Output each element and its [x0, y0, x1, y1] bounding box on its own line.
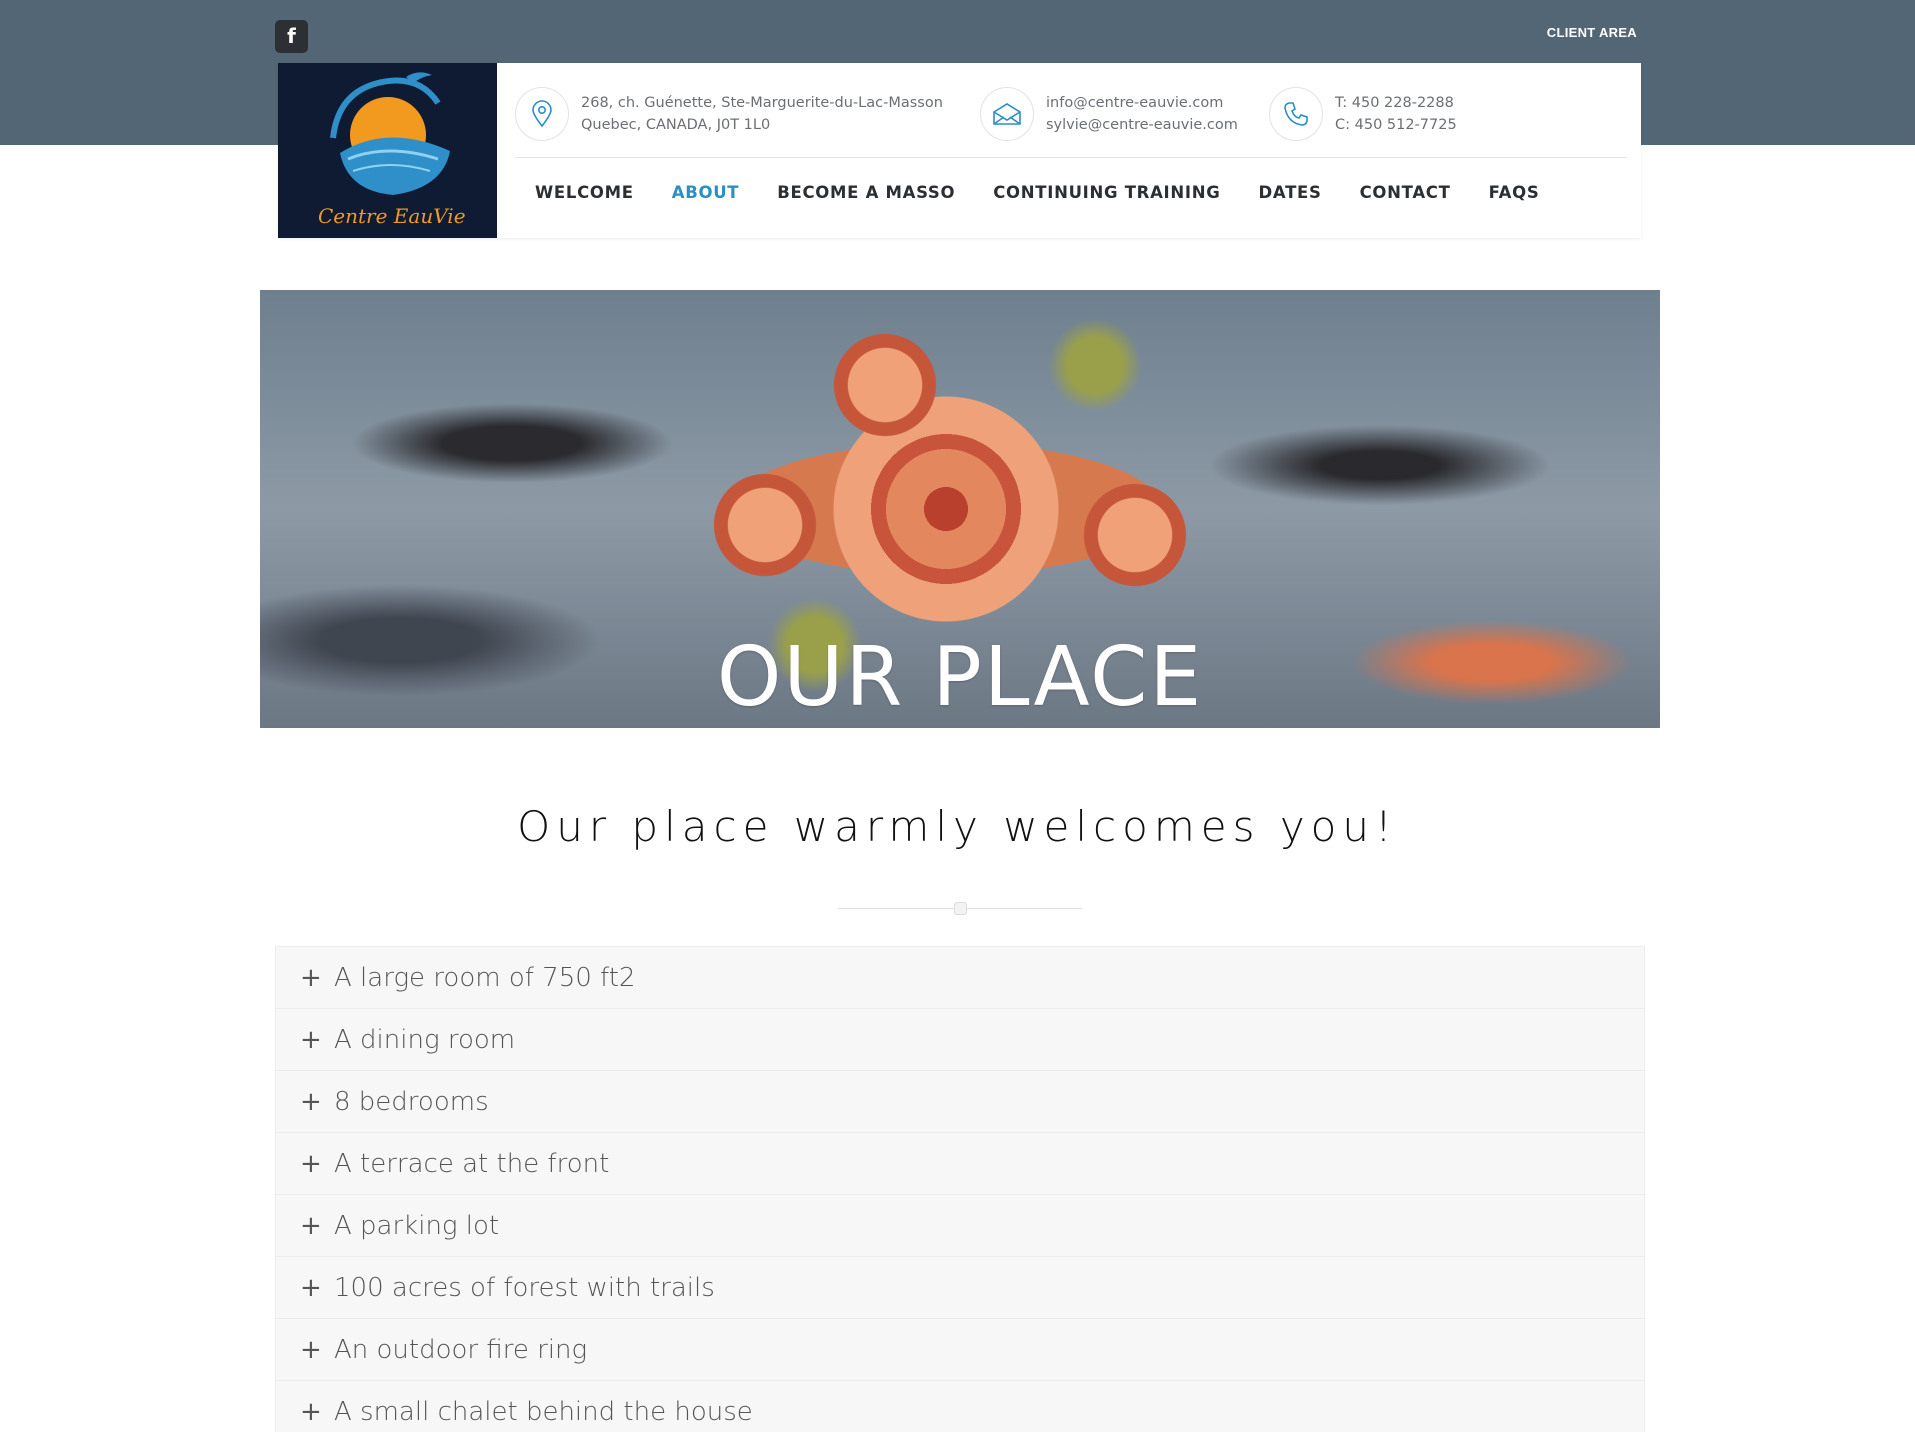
plus-icon: + — [300, 1086, 322, 1117]
separator-dot — [954, 902, 967, 915]
email-link-info[interactable]: info@centre-eauvie.com — [1046, 92, 1238, 114]
accordion-item[interactable]: + A parking lot — [276, 1195, 1644, 1257]
phone-icon — [1269, 87, 1323, 141]
accordion-item[interactable]: + A terrace at the front — [276, 1133, 1644, 1195]
email-block: info@centre-eauvie.com sylvie@centre-eau… — [980, 87, 1238, 141]
accordion-item-label: A dining room — [334, 1024, 516, 1055]
accordion-item[interactable]: + A large room of 750 ft2 — [276, 947, 1644, 1009]
accordion-item[interactable]: +8 bedrooms — [276, 1071, 1644, 1133]
accordion-item-label: A small chalet behind the house — [334, 1396, 753, 1427]
accordion-item[interactable]: + A small chalet behind the house — [276, 1381, 1644, 1432]
accordion-item-label: 100 acres of forest with trails — [334, 1272, 715, 1303]
plus-icon: + — [300, 1272, 322, 1303]
svg-text:Centre EauVie: Centre EauVie — [318, 204, 466, 228]
facebook-icon[interactable]: f — [275, 20, 308, 53]
plus-icon: + — [300, 1148, 322, 1179]
plus-icon: + — [300, 1210, 322, 1241]
nav-item-continuing-training[interactable]: CONTINUING TRAINING — [993, 183, 1220, 202]
phone-line-t[interactable]: T: 450 228-2288 — [1335, 92, 1457, 114]
mandala-leaf — [1040, 310, 1150, 420]
mandala-petal — [700, 460, 830, 590]
accordion-item-label: A terrace at the front — [334, 1148, 610, 1179]
plus-icon: + — [300, 1334, 322, 1365]
site-logo[interactable]: Centre EauVie — [278, 63, 497, 238]
email-link-sylvie[interactable]: sylvie@centre-eauvie.com — [1046, 114, 1238, 136]
plus-icon: + — [300, 962, 322, 993]
section-subtitle: Our place warmly welcomes you! — [517, 802, 1398, 851]
address-line-1: 268, ch. Guénette, Ste-Marguerite-du-Lac… — [581, 95, 943, 111]
accordion-item-label: A parking lot — [334, 1210, 500, 1241]
nav-item-become-a-masso[interactable]: BECOME A MASSO — [777, 183, 955, 202]
accordion-item-label: 8 bedrooms — [334, 1086, 489, 1117]
address-line-2: Quebec, CANADA, J0T 1L0 — [581, 117, 771, 133]
hero-title: OUR PLACE — [716, 630, 1204, 725]
phone-block: T: 450 228-2288 C: 450 512-7725 — [1269, 87, 1457, 141]
plus-icon: + — [300, 1024, 322, 1055]
plus-icon: + — [300, 1396, 322, 1427]
location-pin-icon — [515, 87, 569, 141]
client-area-link[interactable]: CLIENT AREA — [1547, 25, 1637, 40]
nav-item-welcome[interactable]: WELCOME — [535, 183, 634, 202]
accordion-item[interactable]: +100 acres of forest with trails — [276, 1257, 1644, 1319]
logo-graphic: Centre EauVie — [278, 63, 497, 238]
accordion-item[interactable]: + An outdoor fire ring — [276, 1319, 1644, 1381]
main-nav: WELCOME ABOUT BECOME A MASSO CONTINUING … — [535, 183, 1539, 202]
mandala-petal — [820, 320, 950, 450]
envelope-icon — [980, 87, 1034, 141]
accordion-item-label: An outdoor fire ring — [334, 1334, 588, 1365]
accordion-item[interactable]: + A dining room — [276, 1009, 1644, 1071]
mandala-petal — [1070, 470, 1200, 600]
header-divider — [515, 157, 1627, 158]
nav-item-dates[interactable]: DATES — [1259, 183, 1322, 202]
address-block: 268, ch. Guénette, Ste-Marguerite-du-Lac… — [515, 87, 943, 141]
phone-line-c[interactable]: C: 450 512-7725 — [1335, 114, 1457, 136]
nav-item-contact[interactable]: CONTACT — [1360, 183, 1451, 202]
site-header: Centre EauVie 268, ch. Guénette, Ste-Mar… — [278, 63, 1641, 238]
nav-item-faqs[interactable]: FAQS — [1489, 183, 1540, 202]
nav-item-about[interactable]: ABOUT — [672, 183, 740, 202]
hero-banner: OUR PLACE — [260, 290, 1660, 728]
accordion-item-label: A large room of 750 ft2 — [334, 962, 636, 993]
features-accordion: + A large room of 750 ft2 + A dining room … — [275, 946, 1645, 1432]
